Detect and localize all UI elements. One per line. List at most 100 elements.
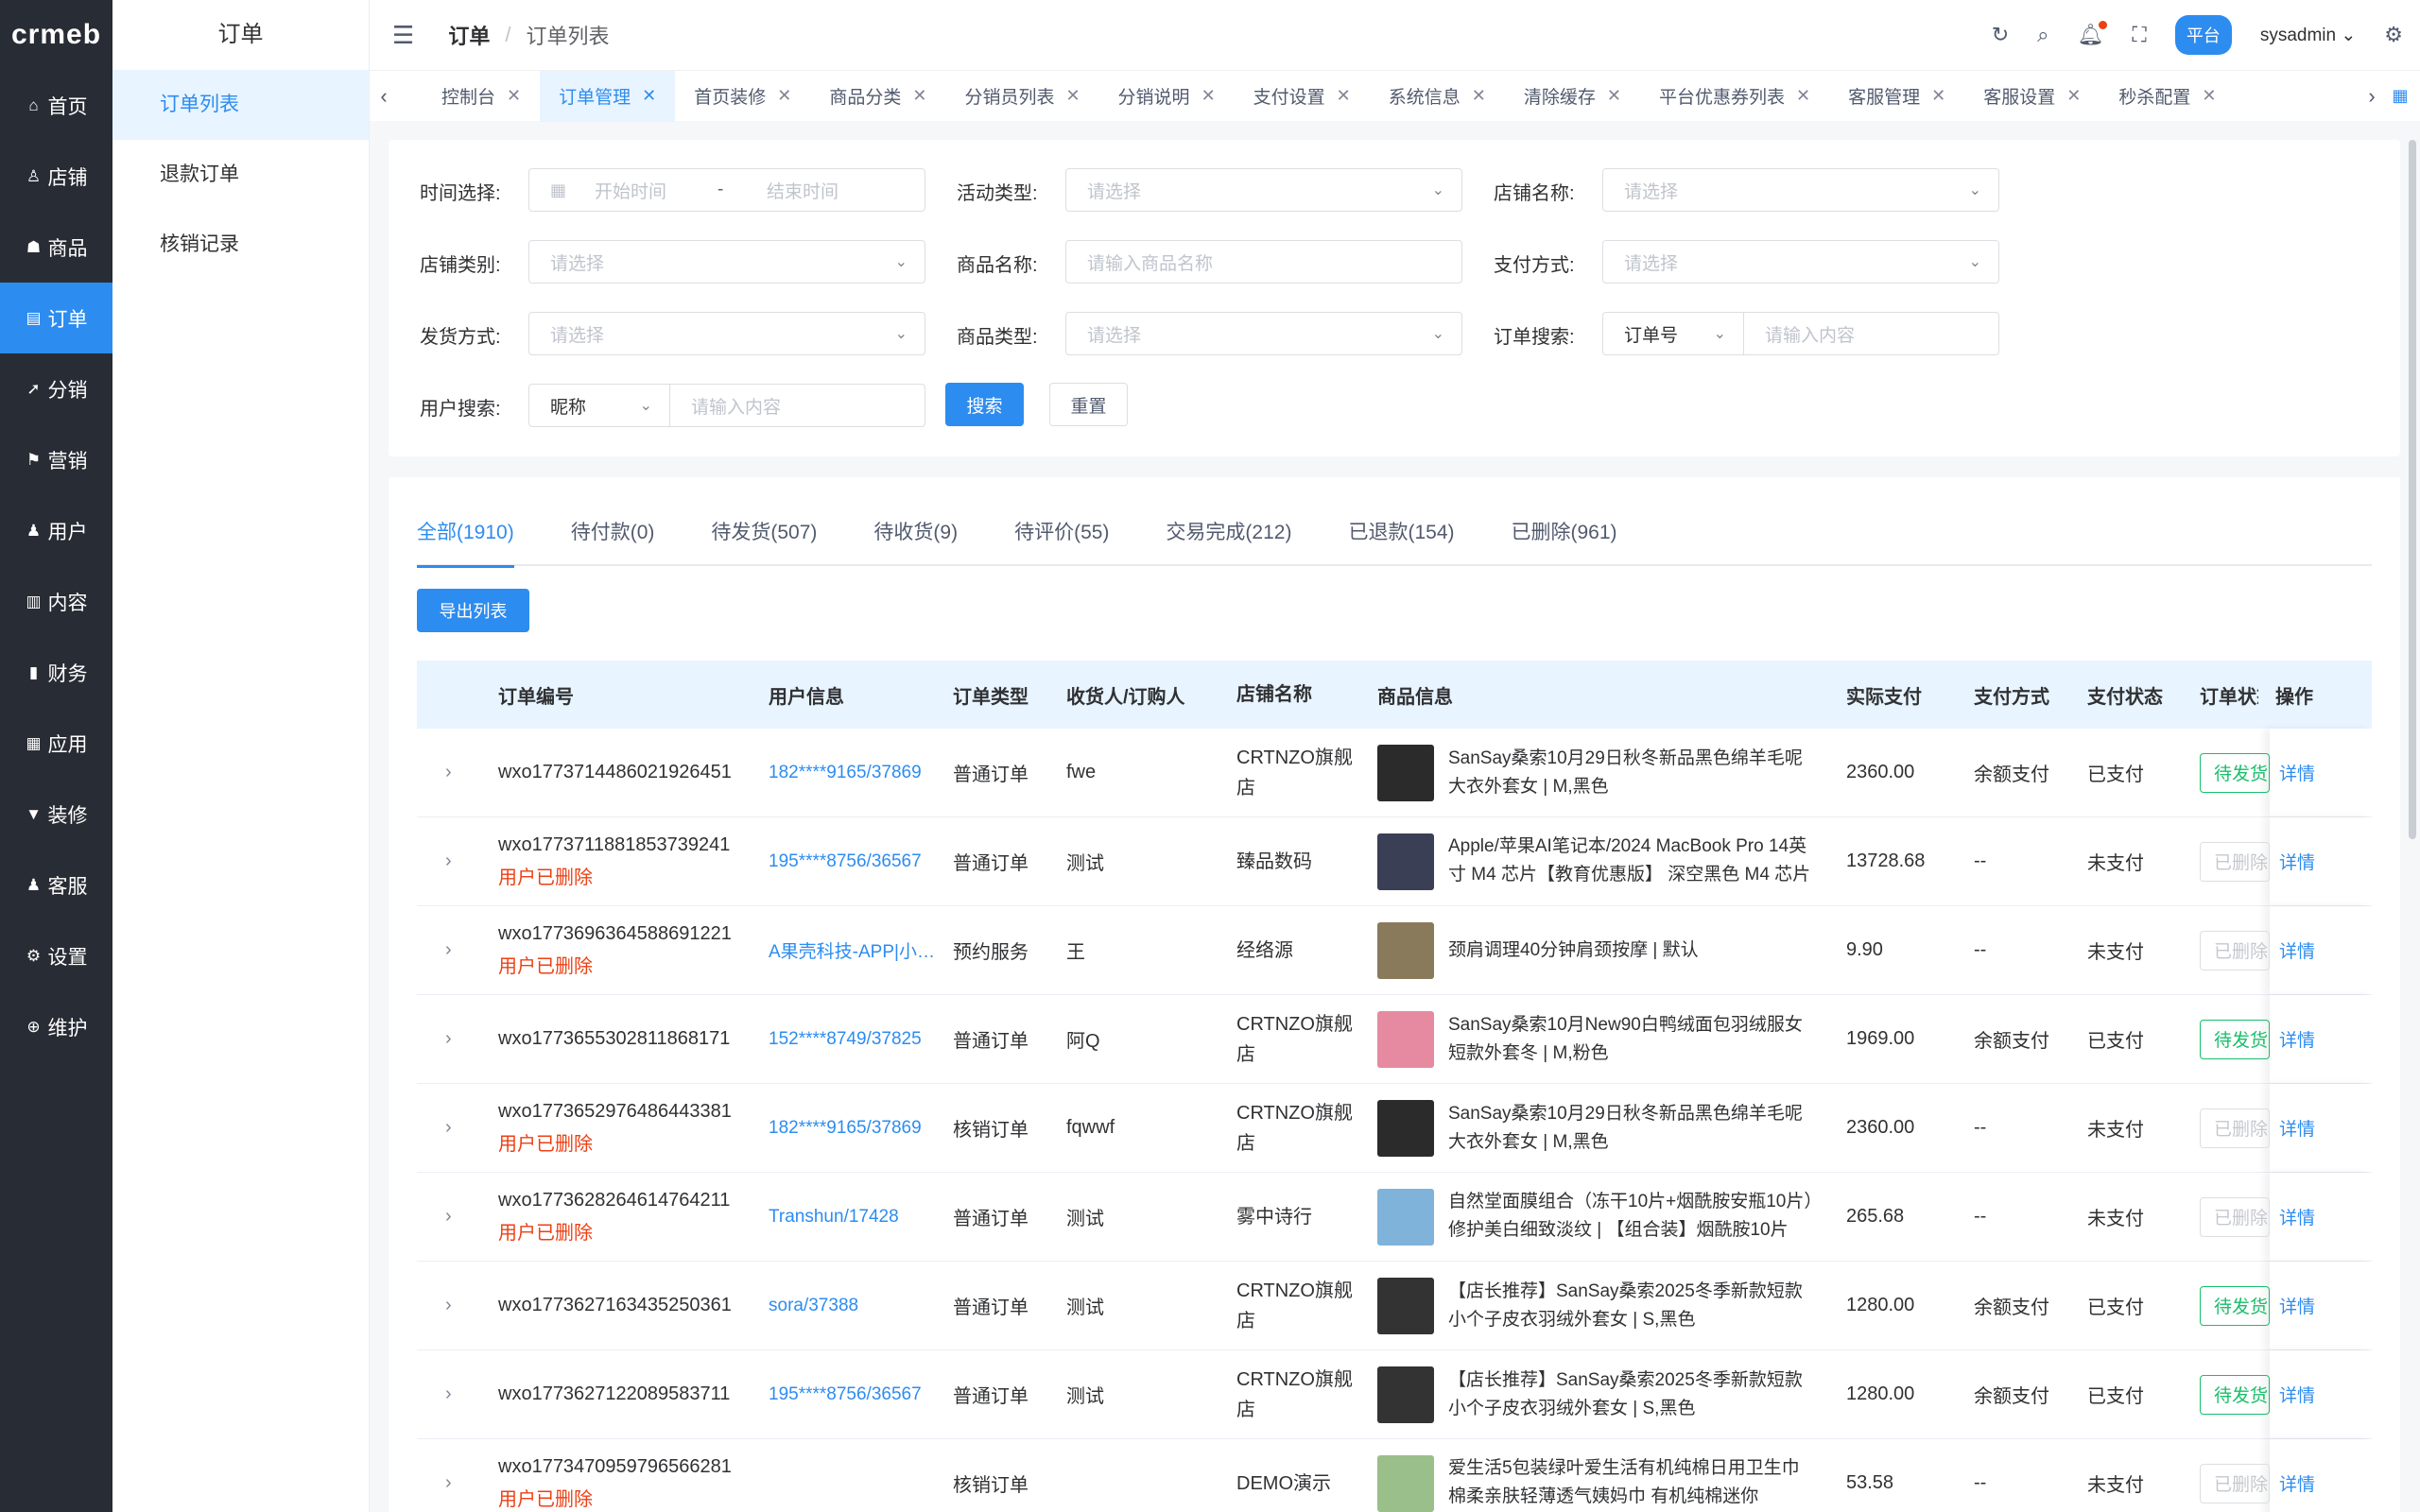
tab-8[interactable]: 清除缓存 ✕ bbox=[1505, 71, 1640, 122]
tab-3[interactable]: 商品分类 ✕ bbox=[810, 71, 945, 122]
detail-link[interactable]: 详情 bbox=[2279, 1382, 2315, 1407]
expand-row-icon[interactable]: › bbox=[445, 1028, 452, 1050]
detail-link[interactable]: 详情 bbox=[2279, 1293, 2315, 1318]
goods-thumbnail[interactable] bbox=[1377, 833, 1434, 890]
status-tab-0[interactable]: 全部(1910) bbox=[417, 517, 514, 568]
user-info-link[interactable]: 182****9165/37869 bbox=[769, 763, 939, 783]
user-info-link[interactable]: 195****8756/36567 bbox=[769, 1384, 939, 1405]
status-tab-5[interactable]: 交易完成(212) bbox=[1166, 517, 1291, 566]
user-info-link[interactable]: sora/37388 bbox=[769, 1296, 939, 1316]
nav-item-settings[interactable]: ⚙ 设置 bbox=[0, 920, 112, 991]
crmeb-logo[interactable]: crmeb bbox=[0, 0, 112, 70]
nav-item-service[interactable]: ♟ 客服 bbox=[0, 850, 112, 920]
detail-link[interactable]: 详情 bbox=[2279, 1026, 2315, 1052]
tab-7[interactable]: 系统信息 ✕ bbox=[1370, 71, 1505, 122]
detail-link[interactable]: 详情 bbox=[2279, 1115, 2315, 1141]
expand-row-icon[interactable]: › bbox=[445, 1472, 452, 1494]
fullscreen-icon[interactable]: ⛶ bbox=[2132, 23, 2146, 47]
goods-thumbnail[interactable] bbox=[1377, 1454, 1434, 1512]
pay-method-select[interactable]: 请选择 ⌄ bbox=[1602, 240, 1999, 284]
nav-item-maintain[interactable]: ⊕ 维护 bbox=[0, 991, 112, 1062]
tab-1[interactable]: 订单管理 ✕ bbox=[540, 70, 676, 122]
expand-row-icon[interactable]: › bbox=[445, 1206, 452, 1228]
end-time-input[interactable]: 结束时间 bbox=[767, 178, 838, 203]
breadcrumb-main[interactable]: 订单 bbox=[448, 20, 490, 50]
tabs-scroll-right-icon[interactable]: › bbox=[2358, 84, 2386, 109]
close-icon[interactable]: ✕ bbox=[1337, 86, 1351, 106]
close-icon[interactable]: ✕ bbox=[1931, 86, 1945, 106]
expand-row-icon[interactable]: › bbox=[445, 1295, 452, 1316]
detail-link[interactable]: 详情 bbox=[2279, 1470, 2315, 1496]
notification-bell-icon[interactable]: 🔔︎ bbox=[2077, 21, 2108, 47]
user-info-link[interactable]: 195****8756/36567 bbox=[769, 851, 939, 872]
nav-item-user[interactable]: ♟ 用户 bbox=[0, 495, 112, 566]
expand-row-icon[interactable]: › bbox=[445, 1117, 452, 1139]
settings-icon[interactable]: ⚙ bbox=[2384, 23, 2403, 47]
platform-badge[interactable]: 平台 bbox=[2174, 15, 2232, 55]
detail-link[interactable]: 详情 bbox=[2279, 937, 2315, 963]
goods-thumbnail[interactable] bbox=[1377, 921, 1434, 979]
status-tab-7[interactable]: 已删除(961) bbox=[1512, 517, 1617, 566]
user-dropdown[interactable]: sysadmin ⌄ bbox=[2260, 25, 2356, 46]
user-info-link[interactable]: 182****9165/37869 bbox=[769, 1118, 939, 1139]
expand-row-icon[interactable]: › bbox=[445, 939, 452, 961]
nav-item-finance[interactable]: ▮ 财务 bbox=[0, 637, 112, 708]
close-icon[interactable]: ✕ bbox=[912, 86, 926, 106]
status-tab-1[interactable]: 待付款(0) bbox=[571, 517, 655, 566]
submenu-item-refund-orders[interactable]: 退款订单 bbox=[112, 140, 369, 210]
shop-name-select[interactable]: 请选择 ⌄ bbox=[1602, 168, 1999, 212]
shipping-method-select[interactable]: 请选择 ⌄ bbox=[528, 312, 925, 355]
goods-type-select[interactable]: 请选择 ⌄ bbox=[1065, 312, 1462, 355]
goods-thumbnail[interactable] bbox=[1377, 1010, 1434, 1068]
goods-name-input[interactable]: 请输入商品名称 bbox=[1065, 240, 1462, 284]
tab-10[interactable]: 客服管理 ✕ bbox=[1829, 71, 1964, 122]
status-tab-3[interactable]: 待收货(9) bbox=[873, 517, 958, 566]
nav-item-shop[interactable]: ♙ 店铺 bbox=[0, 141, 112, 212]
nav-item-content[interactable]: ▥ 内容 bbox=[0, 566, 112, 637]
close-icon[interactable]: ✕ bbox=[1607, 86, 1621, 106]
order-search-type-select[interactable]: 订单号 ⌄ bbox=[1602, 312, 1744, 355]
nav-item-decorate[interactable]: ▼ 装修 bbox=[0, 779, 112, 850]
shop-category-select[interactable]: 请选择 ⌄ bbox=[528, 240, 925, 284]
tab-6[interactable]: 支付设置 ✕ bbox=[1235, 71, 1370, 122]
expand-row-icon[interactable]: › bbox=[445, 850, 452, 872]
detail-link[interactable]: 详情 bbox=[2279, 849, 2315, 874]
search-icon[interactable]: ⌕ bbox=[2037, 23, 2048, 47]
status-tab-4[interactable]: 待评价(55) bbox=[1014, 517, 1109, 566]
status-tab-6[interactable]: 已退款(154) bbox=[1348, 517, 1454, 566]
close-icon[interactable]: ✕ bbox=[2066, 86, 2081, 106]
user-search-input[interactable]: 请输入内容 bbox=[669, 384, 925, 427]
close-icon[interactable]: ✕ bbox=[1065, 86, 1080, 106]
close-icon[interactable]: ✕ bbox=[2202, 86, 2216, 106]
export-list-button[interactable]: 导出列表 bbox=[417, 589, 529, 632]
user-info-link[interactable]: Transhun/17428 bbox=[769, 1207, 939, 1228]
tab-4[interactable]: 分销员列表 ✕ bbox=[945, 71, 1098, 122]
goods-thumbnail[interactable] bbox=[1377, 1366, 1434, 1423]
user-info-link[interactable]: 152****8749/37825 bbox=[769, 1029, 939, 1050]
tab-0[interactable]: 控制台 ✕ bbox=[423, 71, 540, 122]
menu-collapse-icon[interactable]: ☰ bbox=[392, 21, 414, 50]
tab-11[interactable]: 客服设置 ✕ bbox=[1964, 71, 2100, 122]
tab-12[interactable]: 秒杀配置 ✕ bbox=[2100, 71, 2235, 122]
refresh-icon[interactable]: ↻ bbox=[1992, 23, 2009, 47]
nav-item-apps[interactable]: ▦ 应用 bbox=[0, 708, 112, 779]
close-icon[interactable]: ✕ bbox=[642, 86, 656, 106]
nav-item-order[interactable]: ▤ 订单 bbox=[0, 283, 112, 353]
expand-row-icon[interactable]: › bbox=[445, 1383, 452, 1405]
close-icon[interactable]: ✕ bbox=[777, 86, 791, 106]
nav-item-goods[interactable]: ☗ 商品 bbox=[0, 212, 112, 283]
start-time-input[interactable]: 开始时间 bbox=[595, 178, 717, 203]
order-search-input[interactable]: 请输入内容 bbox=[1743, 312, 1999, 355]
close-icon[interactable]: ✕ bbox=[1796, 86, 1810, 106]
goods-thumbnail[interactable] bbox=[1377, 1277, 1434, 1334]
activity-type-select[interactable]: 请选择 ⌄ bbox=[1065, 168, 1462, 212]
page-scrollbar[interactable] bbox=[2409, 140, 2416, 839]
close-icon[interactable]: ✕ bbox=[507, 86, 521, 106]
nav-item-marketing[interactable]: ⚑ 营销 bbox=[0, 424, 112, 495]
tab-2[interactable]: 首页装修 ✕ bbox=[675, 71, 810, 122]
expand-row-icon[interactable]: › bbox=[445, 762, 452, 783]
tabs-menu-icon[interactable]: ▦ bbox=[2386, 86, 2414, 106]
status-tab-2[interactable]: 待发货(507) bbox=[711, 517, 817, 566]
tabs-scroll-left-icon[interactable]: ‹ bbox=[370, 84, 398, 109]
goods-thumbnail[interactable] bbox=[1377, 744, 1434, 801]
